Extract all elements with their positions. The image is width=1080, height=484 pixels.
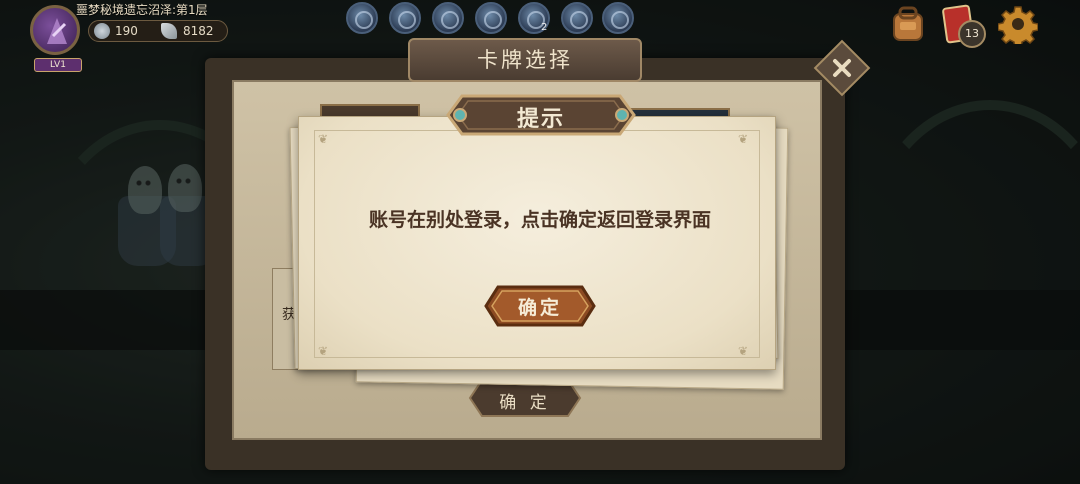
dialog-title: 提示 bbox=[516, 107, 565, 132]
level-badge: LV1 bbox=[34, 58, 82, 72]
player-avatar[interactable] bbox=[30, 5, 80, 55]
skill-count: 2 bbox=[541, 22, 548, 33]
skill-orb-icon[interactable] bbox=[602, 2, 634, 34]
resource-1-value: 190 bbox=[115, 24, 138, 38]
card-count-badge: 13 bbox=[958, 20, 986, 48]
dialog-message: 账号在别处登录，点击确定返回登录界面 bbox=[368, 209, 711, 231]
corner-ornament-icon: ❦ bbox=[318, 344, 329, 358]
panel-confirm-label: 确 定 bbox=[499, 393, 551, 413]
resource-2-value: 8182 bbox=[183, 24, 214, 38]
skill-orb-icon[interactable] bbox=[475, 2, 507, 34]
dialog-confirm-label: 确定 bbox=[517, 297, 562, 319]
silver-coin-icon bbox=[94, 23, 110, 39]
skill-orb-icon[interactable] bbox=[346, 2, 378, 34]
panel-title: 卡牌选择 bbox=[477, 48, 573, 72]
corner-ornament-icon: ❦ bbox=[738, 132, 749, 146]
resource-bar: 190 8182 bbox=[88, 20, 228, 42]
corner-ornament-icon: ❦ bbox=[318, 132, 329, 146]
skill-orb-icon[interactable] bbox=[432, 2, 464, 34]
gear-icon[interactable] bbox=[998, 4, 1038, 44]
corner-ornament-icon: ❦ bbox=[738, 344, 749, 358]
close-icon bbox=[833, 59, 851, 77]
skill-orb-icon[interactable] bbox=[561, 2, 593, 34]
skill-orb-icon[interactable] bbox=[389, 2, 421, 34]
stage-title: 噩梦秘境遗忘沼泽:第1层 bbox=[76, 3, 208, 17]
backpack-icon[interactable] bbox=[888, 4, 928, 42]
avatar-portrait-icon bbox=[47, 18, 67, 44]
wing-icon bbox=[161, 23, 177, 39]
